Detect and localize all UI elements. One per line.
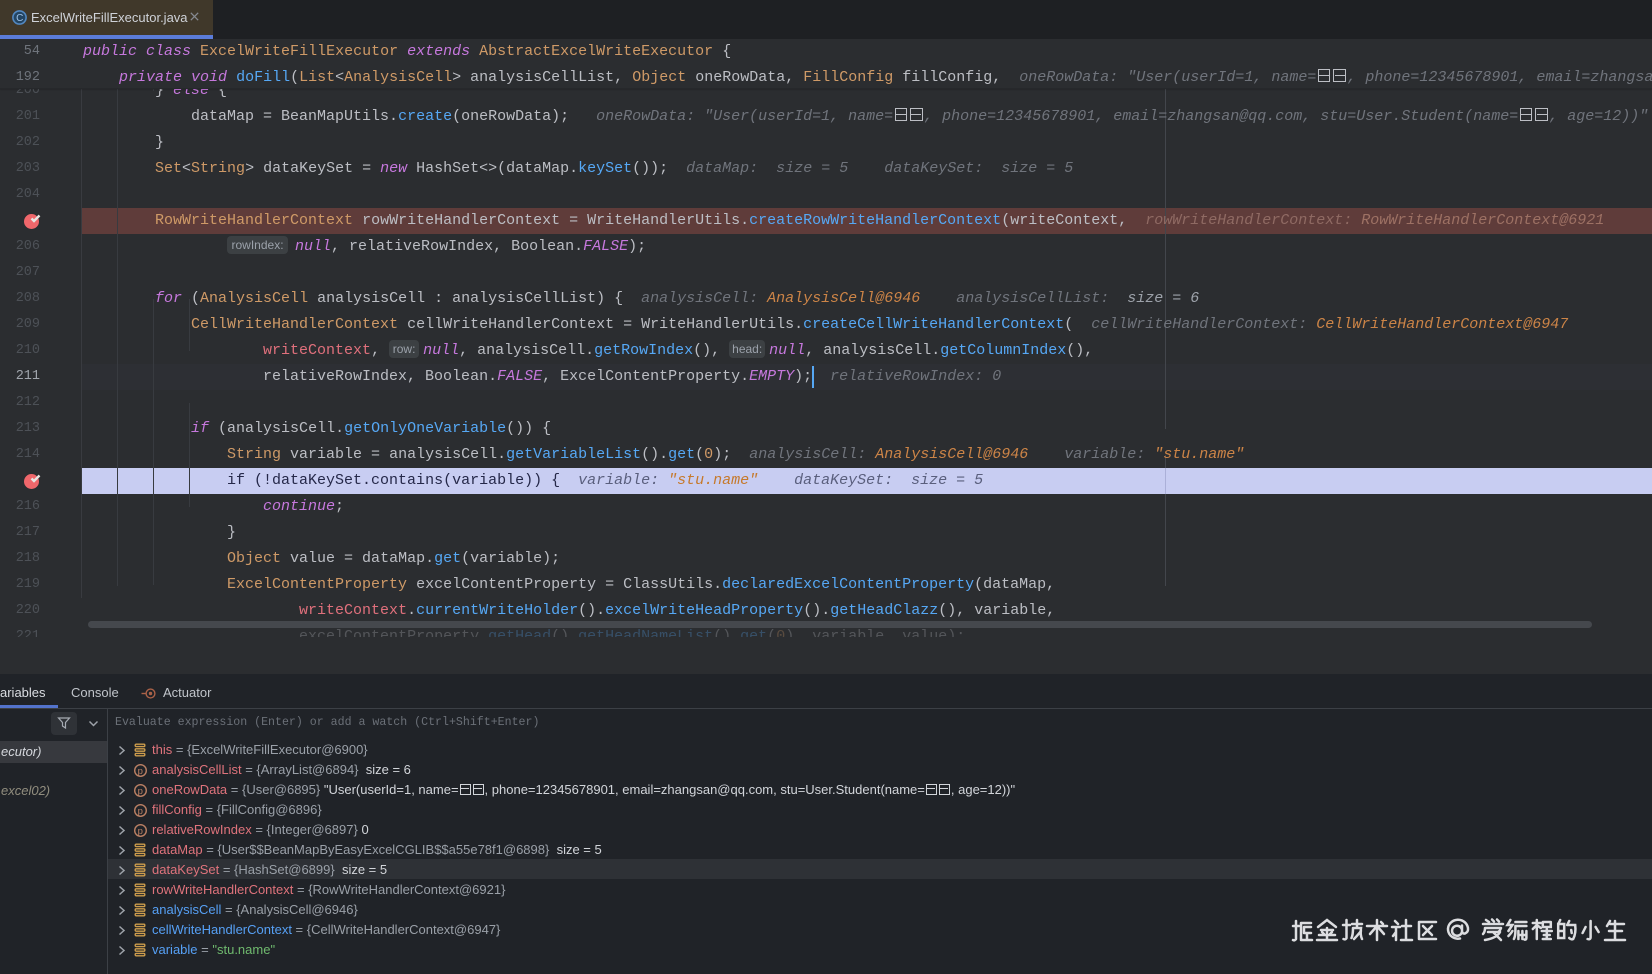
svg-text:p: p [138,765,143,776]
svg-text:p: p [138,785,143,796]
svg-text:C: C [16,13,23,24]
svg-text:p: p [138,825,143,836]
svg-text:p: p [138,805,143,816]
